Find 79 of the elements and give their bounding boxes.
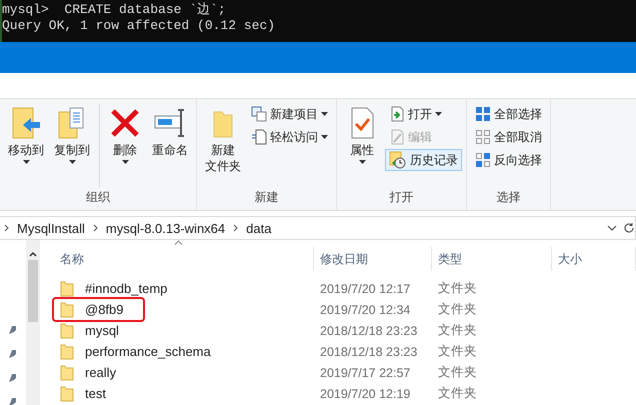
type-cell-text: 文件夹: [437, 322, 478, 339]
type-cell-text: 文件夹: [437, 280, 478, 297]
column-header[interactable]: 大小: [552, 247, 636, 271]
type-cell-text: 文件夹: [437, 343, 478, 360]
caret-icon: [321, 112, 328, 116]
pin-icon[interactable]: [8, 373, 18, 383]
file-name[interactable]: #innodb_temp: [80, 278, 172, 299]
breadcrumb[interactable]: mysql-8.0.13-winx64: [104, 220, 228, 236]
rename-icon: [153, 106, 187, 140]
breadcrumb[interactable]: MysqlInstall: [15, 220, 87, 236]
ribbon-button[interactable]: 移动到: [4, 103, 48, 188]
column-header[interactable]: 修改日期: [314, 247, 432, 271]
refresh-icon[interactable]: [623, 222, 635, 234]
ribbon-button[interactable]: 全部选择: [471, 103, 546, 125]
date-cell-text: 2018/12/18 23:23: [319, 344, 418, 358]
file-name[interactable]: test: [80, 383, 111, 404]
pin-icon[interactable]: [8, 325, 18, 335]
new-item-icon: [251, 106, 267, 122]
chevron-icon: [92, 224, 98, 232]
type-cell-text: 文件夹: [437, 301, 478, 318]
scrollbar[interactable]: [26, 240, 40, 405]
chevron-icon: [233, 224, 238, 232]
pin-icon[interactable]: [8, 397, 18, 405]
column-header[interactable]: 类型: [432, 247, 552, 271]
ribbon-button[interactable]: 重命名: [148, 103, 192, 188]
caret-icon: [22, 160, 30, 164]
scroll-up-icon[interactable]: [29, 250, 37, 258]
date-cell-text: 2019/7/17 22:57: [319, 366, 412, 380]
group-label: 选择: [496, 189, 522, 206]
file-name[interactable]: @8fb9: [80, 299, 128, 320]
folder-icon: [60, 302, 74, 318]
document-icon: [251, 129, 267, 145]
ribbon-button[interactable]: 打开: [385, 103, 462, 125]
address-bar[interactable]: MysqlInstall mysql-8.0.13-winx64 data: [0, 216, 636, 240]
date-cell-text: 2019/7/20 12:34: [319, 302, 412, 316]
open-icon: [389, 106, 405, 122]
ribbon-button[interactable]: 全部取消: [471, 126, 546, 148]
folder-icon: [60, 364, 74, 380]
caret-icon: [68, 160, 76, 164]
ribbon-button[interactable]: 反向选择: [471, 149, 546, 171]
ribbon-button[interactable]: 新建项目: [247, 103, 332, 125]
caret-icon: [358, 160, 366, 164]
ribbon-button[interactable]: 历史记录: [385, 149, 462, 171]
column-header[interactable]: 名称: [54, 247, 314, 271]
folder-icon: [60, 322, 74, 338]
group-label: 组织: [85, 189, 111, 206]
folder-icon: [60, 344, 74, 360]
folder-icon: [60, 280, 74, 296]
ribbon-button[interactable]: 删除: [99, 103, 146, 188]
breadcrumb[interactable]: data: [244, 220, 274, 236]
select-none-icon: [475, 129, 491, 145]
chevron-icon: [4, 224, 9, 232]
file-name[interactable]: performance_schema: [80, 341, 216, 362]
type-cell-text: 文件夹: [437, 385, 478, 402]
edit-icon: [389, 129, 405, 145]
scrollbar-thumb[interactable]: [28, 260, 38, 322]
caret-icon: [321, 135, 328, 139]
invert-selection-icon: [475, 152, 491, 168]
file-name[interactable]: mysql: [80, 320, 124, 341]
pin-icon[interactable]: [8, 349, 18, 359]
file-name[interactable]: really: [80, 362, 122, 383]
dropdown-icon[interactable]: [607, 225, 617, 231]
date-cell-text: 2019/7/20 12:17: [319, 282, 412, 296]
ribbon-button[interactable]: 轻松访问: [247, 126, 332, 148]
history-icon: [389, 151, 407, 169]
console-line: Query OK, 1 row affected (0.12 sec): [2, 18, 276, 34]
ribbon-button[interactable]: 新建 文件夹: [201, 103, 245, 188]
ribbon-button[interactable]: 属性: [341, 103, 383, 188]
select-all-icon: [475, 106, 491, 122]
group-label: 打开: [388, 189, 414, 206]
console-line: mysql> CREATE database `边`;: [2, 2, 227, 18]
caret-icon: [435, 112, 442, 116]
ribbon-button[interactable]: 复制到: [50, 103, 94, 188]
date-cell-text: 2018/12/18 23:23: [319, 324, 418, 338]
caret-icon: [122, 160, 128, 164]
folder-icon: [60, 386, 74, 402]
group-label: 新建: [254, 189, 280, 206]
type-cell-text: 文件夹: [437, 364, 478, 381]
date-cell-text: 2019/7/20 12:19: [319, 386, 412, 400]
